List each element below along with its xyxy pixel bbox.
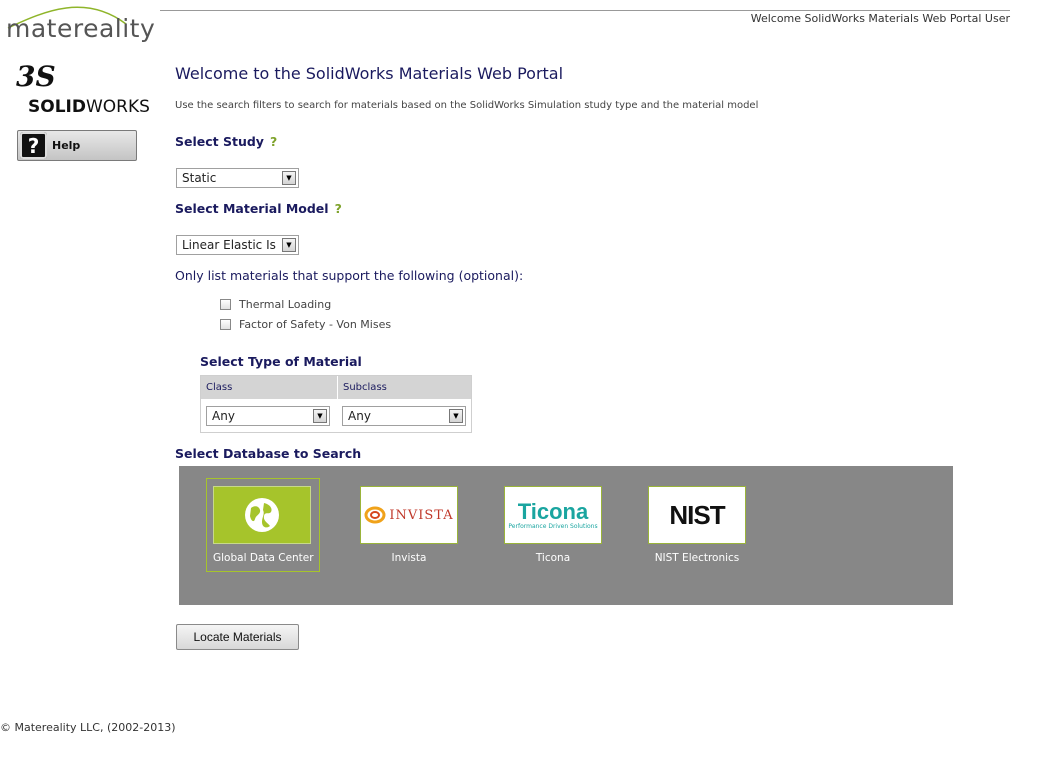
- ticona-label: Ticona: [535, 552, 571, 564]
- invista-swirl-icon: [364, 506, 386, 524]
- database-invista[interactable]: INVISTA Invista: [359, 486, 459, 564]
- global-data-center-label: Global Data Center: [213, 552, 314, 564]
- solidworks-wordmark: SOLIDWORKS: [28, 97, 150, 117]
- select-study-label: Select Study?: [175, 134, 278, 149]
- help-button[interactable]: ? Help: [17, 130, 137, 161]
- thermal-loading-label: Thermal Loading: [239, 298, 332, 311]
- model-help-icon[interactable]: ?: [335, 201, 342, 216]
- nist-logo: NIST: [648, 486, 746, 544]
- chevron-down-icon: ▼: [282, 171, 296, 185]
- database-nist-electronics[interactable]: NIST NIST Electronics: [647, 486, 747, 564]
- page-subtitle: Use the search filters to search for mat…: [175, 100, 759, 111]
- invista-logo: INVISTA: [360, 486, 458, 544]
- select-database-label: Select Database to Search: [175, 446, 362, 461]
- factor-of-safety-checkbox[interactable]: [220, 319, 231, 330]
- study-help-icon[interactable]: ?: [270, 134, 277, 149]
- select-type-of-material-label: Select Type of Material: [200, 354, 362, 369]
- database-global-data-center[interactable]: Global Data Center: [213, 486, 314, 564]
- ticona-logo: Ticona Performance Driven Solutions: [504, 486, 602, 544]
- database-panel: Global Data Center INVISTA Invista Ticon…: [179, 466, 953, 605]
- header-divider: [160, 10, 1010, 11]
- matereality-logo: matereality: [6, 14, 156, 43]
- global-data-center-logo: [213, 486, 311, 544]
- thermal-loading-option[interactable]: Thermal Loading: [220, 298, 331, 311]
- optional-filters-label: Only list materials that support the fol…: [175, 268, 524, 283]
- invista-label: Invista: [391, 552, 427, 564]
- factor-of-safety-option[interactable]: Factor of Safety - Von Mises: [220, 318, 391, 331]
- class-column-header: Class: [201, 376, 337, 399]
- solidworks-ds-logo-icon: 3S: [16, 60, 56, 93]
- factor-of-safety-label: Factor of Safety - Von Mises: [239, 318, 392, 331]
- material-model-select[interactable]: Linear Elastic Iso ▼: [176, 235, 299, 255]
- locate-materials-button[interactable]: Locate Materials: [176, 624, 299, 650]
- help-button-label: Help: [52, 139, 81, 152]
- database-ticona[interactable]: Ticona Performance Driven Solutions Tico…: [503, 486, 603, 564]
- help-icon: ?: [20, 132, 47, 159]
- subclass-select[interactable]: Any ▼: [342, 406, 466, 426]
- page-title: Welcome to the SolidWorks Materials Web …: [175, 64, 564, 83]
- chevron-down-icon: ▼: [449, 409, 463, 423]
- class-select[interactable]: Any ▼: [206, 406, 330, 426]
- thermal-loading-checkbox[interactable]: [220, 299, 231, 310]
- select-material-model-label: Select Material Model?: [175, 201, 342, 216]
- chevron-down-icon: ▼: [313, 409, 327, 423]
- chevron-down-icon: ▼: [282, 238, 296, 252]
- welcome-user-text: Welcome SolidWorks Materials Web Portal …: [750, 12, 1010, 25]
- subclass-column-header: Subclass: [338, 376, 471, 399]
- type-of-material-table: Class Subclass Any ▼ Any ▼: [200, 375, 472, 433]
- study-select[interactable]: Static ▼: [176, 168, 299, 188]
- globe-icon: [245, 498, 279, 532]
- nist-electronics-label: NIST Electronics: [654, 552, 740, 564]
- footer-copyright: © Matereality LLC, (2002-2013): [0, 721, 176, 734]
